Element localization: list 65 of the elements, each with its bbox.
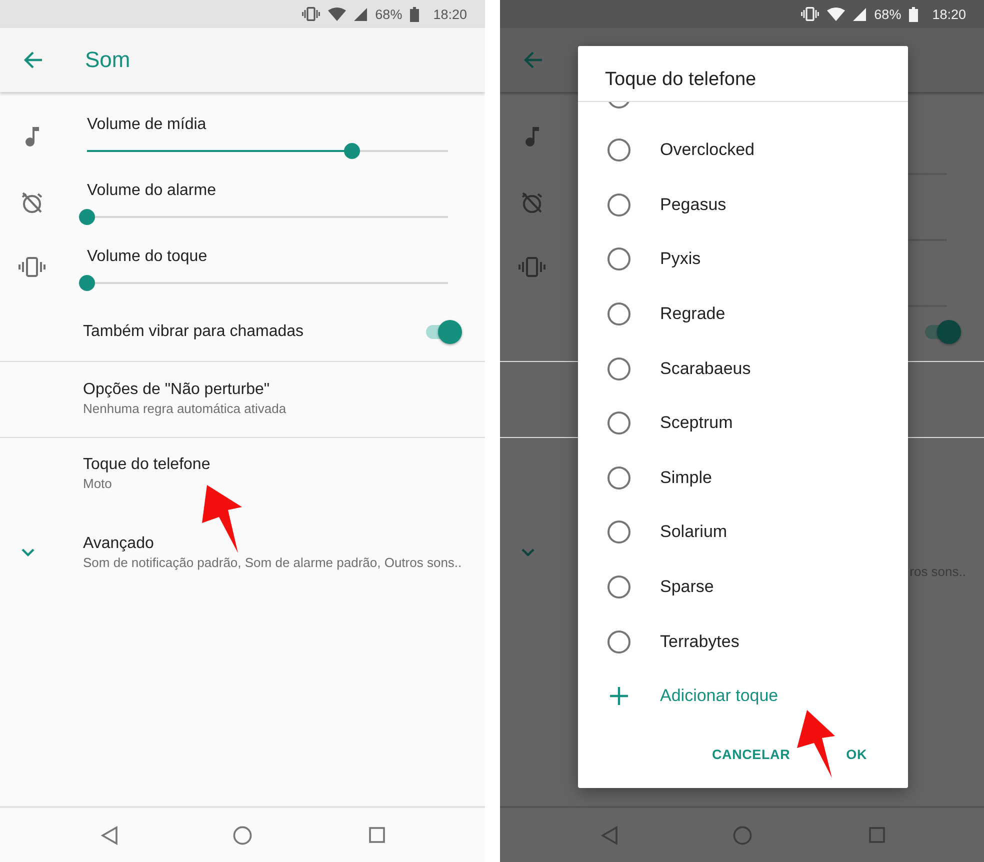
slider-thumb[interactable] [344, 143, 360, 159]
setting-label: Volume do toque [87, 247, 208, 267]
radio-button[interactable] [607, 520, 631, 544]
battery-icon [909, 6, 918, 22]
signal-icon [354, 8, 368, 20]
vibrate-icon [18, 257, 46, 277]
ringtone-option[interactable]: Scarabaeus [660, 358, 751, 379]
slider-thumb[interactable] [79, 275, 95, 291]
radio-button[interactable] [607, 247, 631, 272]
music-note-icon [524, 125, 540, 147]
setting-summary: Nenhuma regra automática ativada [83, 400, 288, 418]
recents-icon[interactable] [369, 827, 385, 843]
vibrate-icon [302, 7, 320, 21]
clock: 18:20 [932, 6, 966, 22]
radio-button[interactable] [607, 302, 631, 326]
battery-icon [410, 6, 420, 22]
radio-button[interactable] [607, 356, 631, 381]
setting-label: Volume do alarme [87, 181, 217, 201]
chevron-icon[interactable] [21, 548, 35, 557]
ringtone-option[interactable]: Solarium [660, 522, 728, 542]
alarm-off-icon [520, 191, 544, 215]
ringtone-option[interactable]: Overclocked [660, 140, 754, 160]
ringtone-option[interactable]: Sceptrum [660, 413, 733, 434]
back-icon[interactable] [101, 826, 118, 844]
toggle-switch[interactable] [424, 320, 462, 344]
wifi-icon [328, 7, 346, 21]
setting-label: Volume de mídia [87, 115, 208, 135]
radio-button[interactable] [607, 630, 631, 654]
back-arrow-icon[interactable] [23, 51, 43, 69]
setting-label: Também vibrar para chamadas [83, 322, 304, 342]
ringtone-option[interactable]: Terrabytes [660, 632, 740, 652]
wifi-icon [827, 7, 846, 21]
setting-title[interactable]: Toque do telefone [83, 455, 475, 475]
radio-button[interactable] [607, 411, 631, 436]
screen-title: Som [85, 47, 130, 73]
vibrate-icon [518, 257, 546, 277]
vibrate-icon [801, 7, 820, 21]
setting-title[interactable]: Opções de "Não perturbe" [83, 380, 475, 400]
setting-summary: Moto [83, 475, 113, 493]
plus-icon [610, 686, 628, 705]
clock: 18:20 [433, 6, 467, 22]
ringtone-option[interactable]: Pegasus [660, 194, 726, 215]
music-note-icon [24, 125, 40, 147]
chevron-icon [521, 548, 535, 557]
ringtone-option[interactable]: Sparse [660, 577, 714, 598]
battery-percent: 68% [375, 6, 402, 22]
radio-button[interactable] [607, 138, 631, 162]
home-icon[interactable] [233, 826, 252, 844]
ok-button[interactable]: OK [838, 736, 875, 773]
toggle-switch[interactable] [923, 320, 961, 344]
setting-title[interactable]: Avançado [83, 534, 475, 554]
ringtone-option[interactable]: Simple [660, 468, 712, 488]
setting-summary: Som de notificação padrão, Som de alarme padrão, Outros sons.. [83, 554, 463, 572]
ringtone-option[interactable]: Regrade [660, 304, 726, 324]
battery-percent: 68% [874, 6, 902, 22]
ringtone-option[interactable]: Pyxis [660, 249, 701, 270]
radio-button[interactable] [607, 575, 631, 600]
dialog-title: Toque do telefone [605, 69, 756, 90]
signal-icon [853, 8, 866, 20]
alarm-off-icon [20, 191, 44, 215]
radio-button[interactable] [607, 466, 631, 490]
slider-thumb[interactable] [79, 209, 95, 225]
cancel-button[interactable]: CANCELAR [704, 736, 798, 773]
add-ringtone-button[interactable]: Adicionar toque [578, 668, 784, 723]
radio-button[interactable] [607, 192, 631, 217]
